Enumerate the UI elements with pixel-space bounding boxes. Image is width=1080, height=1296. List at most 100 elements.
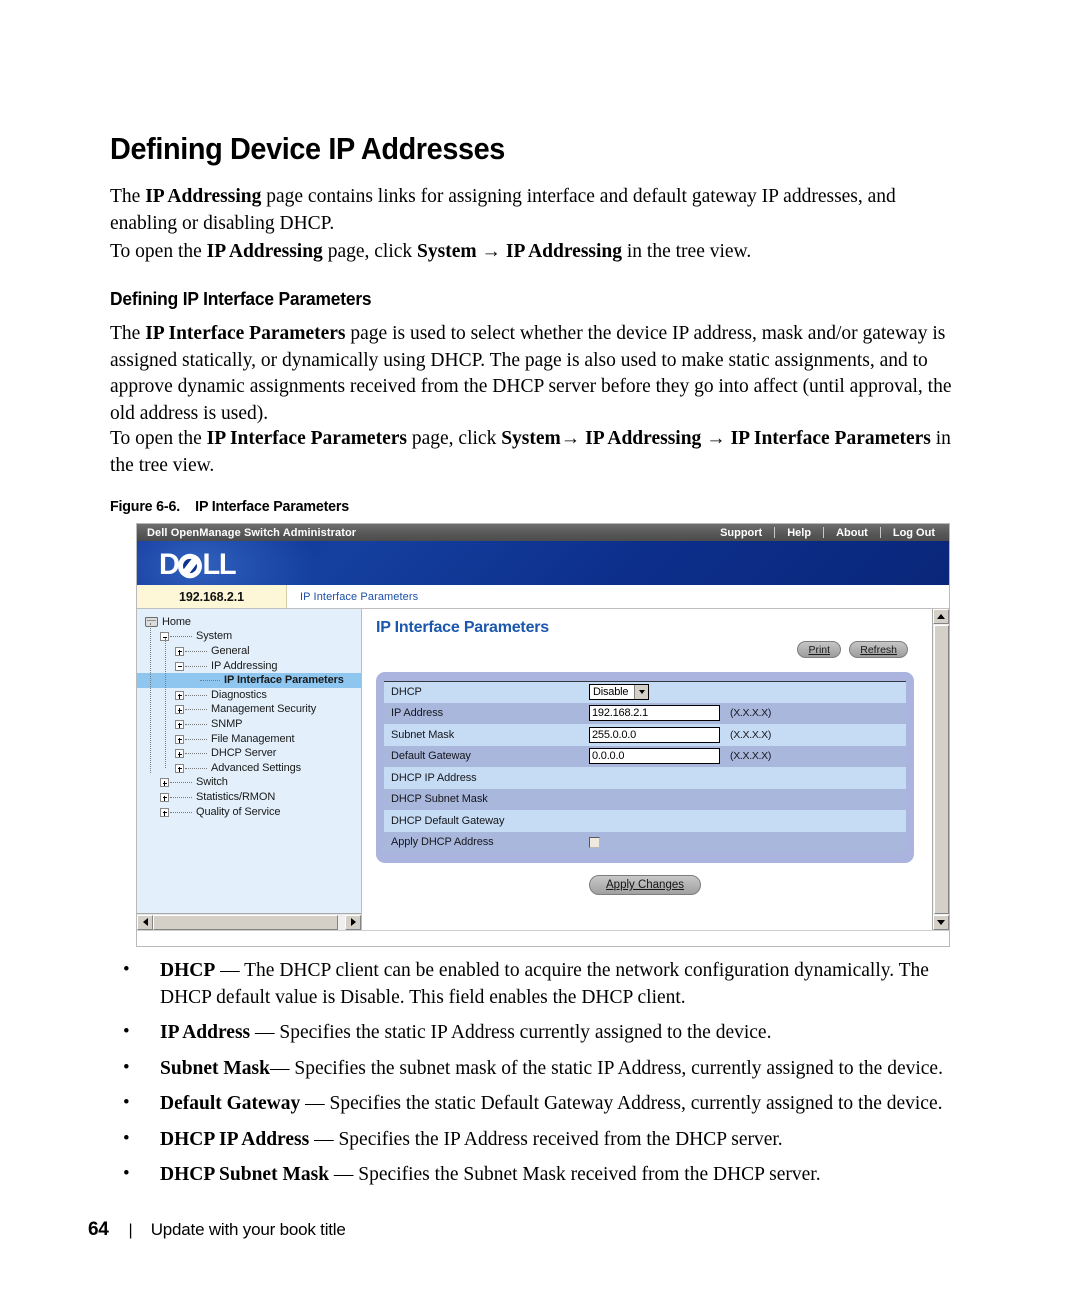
content-scroll-thumb[interactable] (933, 625, 949, 914)
print-button[interactable]: Print (797, 641, 842, 658)
expand-icon[interactable] (175, 646, 184, 656)
dell-e-glyph (177, 553, 202, 578)
expand-icon[interactable] (175, 719, 184, 729)
scroll-down-button[interactable] (933, 915, 949, 930)
tree-connector (185, 694, 207, 696)
list-item: Subnet Mask— Specifies the subnet mask o… (110, 1055, 970, 1083)
tree-horizontal-scrollbar[interactable] (137, 913, 361, 930)
list-item: Default Gateway — Specifies the static D… (110, 1090, 970, 1118)
tree-item-ip-addressing[interactable]: IP Addressing (145, 659, 361, 674)
figure-title: IP Interface Parameters (195, 498, 349, 515)
content-toolbar: Print Refresh (376, 641, 932, 658)
tree-connector (185, 709, 207, 711)
field-label: DHCP (391, 686, 422, 699)
list-item: DHCP Subnet Mask — Specifies the Subnet … (110, 1161, 970, 1189)
body-paragraph: The IP Interface Parameters page is used… (110, 323, 952, 424)
field-label: DHCP IP Address (391, 771, 477, 784)
tree-connector (185, 723, 207, 725)
form-row: Subnet Mask 255.0.0.0 (X.X.X.X) (384, 724, 906, 746)
help-link[interactable]: Help (775, 527, 823, 539)
expand-icon[interactable] (175, 734, 184, 744)
tree-item-system[interactable]: System (145, 630, 361, 645)
folder-icon (145, 617, 158, 628)
tree-item-label: SNMP (211, 717, 243, 730)
tree-item-general[interactable]: General (145, 644, 361, 659)
tree-item-label: Quality of Service (196, 805, 281, 818)
chevron-down-icon[interactable] (634, 685, 649, 700)
content-heading: IP Interface Parameters (376, 619, 549, 636)
form-row: DHCP IP Address (384, 767, 906, 789)
form-row: IP Address 192.168.2.1 (X.X.X.X) (384, 702, 906, 724)
breadcrumb-area: IP Interface Parameters (287, 585, 949, 608)
tree-item-label: File Management (211, 732, 295, 745)
field-control: 192.168.2.1 (X.X.X.X) (589, 705, 906, 722)
document-page: Defining Device IP Addresses The IP Addr… (0, 0, 1080, 1296)
tree-item-home[interactable]: Home (145, 615, 361, 630)
scroll-left-button[interactable] (137, 914, 153, 930)
list-item: DHCP IP Address — Specifies the IP Addre… (110, 1126, 970, 1154)
field-label: Default Gateway (391, 750, 471, 763)
tree-item-label: IP Interface Parameters (224, 674, 344, 687)
tree-item-label: Diagnostics (211, 688, 267, 701)
list-item: IP Address — Specifies the static IP Add… (110, 1019, 970, 1047)
dhcp-select[interactable]: Disable (589, 684, 650, 701)
tree-connector (185, 767, 207, 769)
form-row: Default Gateway 0.0.0.0 (X.X.X.X) (384, 745, 906, 767)
log-out-link[interactable]: Log Out (881, 527, 947, 539)
expand-icon[interactable] (175, 705, 184, 715)
tree-scroll-track[interactable] (153, 914, 345, 930)
tree-item-snmp[interactable]: SNMP (145, 717, 361, 732)
support-link[interactable]: Support (708, 527, 774, 539)
tree-connector (170, 782, 192, 784)
expand-icon[interactable] (175, 763, 184, 773)
app-body: Home System General IP Addressing IP Interfa… (137, 609, 949, 930)
tree-item-file-management[interactable]: File Management (145, 732, 361, 747)
content-vertical-scrollbar[interactable] (932, 609, 949, 930)
tree-connector (185, 738, 207, 740)
ip-address-input[interactable]: 192.168.2.1 (589, 705, 720, 722)
tree-scroll-thumb[interactable] (153, 914, 338, 930)
tree-item-management-security[interactable]: Management Security (145, 703, 361, 718)
tree-connector (185, 650, 207, 652)
tree-connector (185, 753, 207, 755)
expand-icon[interactable] (160, 807, 169, 817)
expand-icon[interactable] (175, 690, 184, 700)
field-format-hint: (X.X.X.X) (730, 728, 772, 741)
tree-item-label: General (211, 644, 250, 657)
form-row: DHCP Disable (384, 681, 906, 703)
tree-item-quality-of-service[interactable]: Quality of Service (145, 805, 361, 820)
tree-connector (170, 636, 192, 638)
dell-logo: D LL (159, 548, 237, 582)
subnet-mask-input[interactable]: 255.0.0.0 (589, 726, 720, 743)
tree-item-label: System (196, 630, 233, 643)
field-format-hint: (X.X.X.X) (730, 750, 772, 763)
breadcrumb[interactable]: IP Interface Parameters (300, 591, 418, 603)
refresh-button[interactable]: Refresh (849, 641, 908, 658)
tree-item-label: Home (162, 615, 191, 628)
tree-item-label: Switch (196, 776, 228, 789)
app-tabstrip: 192.168.2.1 IP Interface Parameters (137, 585, 949, 609)
ip-parameters-table: DHCP Disable IP Address 192.168.2.1 (X.X.X.X… (384, 681, 906, 853)
section-subheading: Defining IP Interface Parameters (110, 288, 372, 309)
apply-dhcp-address-checkbox[interactable] (589, 836, 600, 848)
tree-item-dhcp-server[interactable]: DHCP Server (145, 746, 361, 761)
tree-item-label: Management Security (211, 703, 317, 716)
navigation-tree: Home System General IP Addressing IP Interfa… (137, 609, 361, 913)
collapse-icon[interactable] (175, 661, 184, 671)
apply-changes-wrap: Apply Changes (376, 875, 914, 895)
device-ip-box: 192.168.2.1 (137, 585, 287, 608)
tree-item-diagnostics[interactable]: Diagnostics (145, 688, 361, 703)
apply-changes-button[interactable]: Apply Changes (589, 875, 701, 895)
tree-item-advanced-settings[interactable]: Advanced Settings (145, 761, 361, 776)
expand-icon[interactable] (160, 792, 169, 802)
tree-item-ip-interface-parameters[interactable]: IP Interface Parameters (137, 673, 361, 688)
tree-item-statistics-rmon[interactable]: Statistics/RMON (145, 790, 361, 805)
about-link[interactable]: About (824, 527, 880, 539)
expand-icon[interactable] (175, 749, 184, 759)
scroll-right-button[interactable] (345, 914, 361, 930)
tree-connector (170, 796, 192, 798)
expand-icon[interactable] (160, 778, 169, 788)
default-gateway-input[interactable]: 0.0.0.0 (589, 748, 720, 765)
tree-item-switch[interactable]: Switch (145, 776, 361, 791)
scroll-up-button[interactable] (933, 609, 949, 624)
